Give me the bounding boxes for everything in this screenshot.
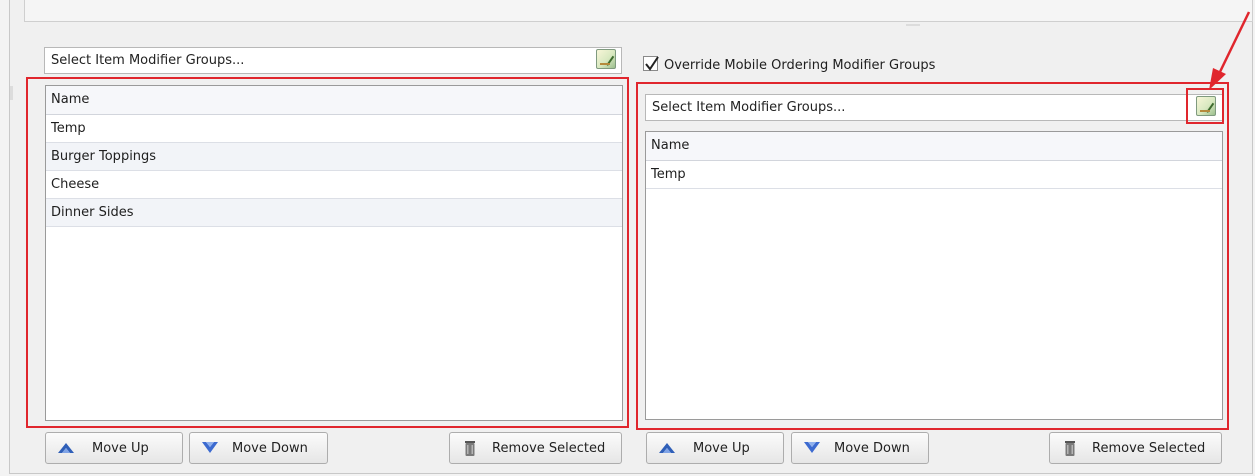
chevron-down-icon (802, 438, 822, 458)
left-selector-text: Select Item Modifier Groups... (51, 53, 245, 68)
side-grip-icon[interactable] (10, 86, 13, 100)
left-remove-selected-button[interactable]: Remove Selected (449, 432, 622, 464)
chevron-down-icon (200, 438, 220, 458)
left-grid-row[interactable]: Dinner Sides (46, 199, 622, 227)
remove-selected-label: Remove Selected (1092, 440, 1206, 456)
left-grid-header-name[interactable]: Name (46, 86, 622, 115)
right-modifier-group-selector[interactable]: Select Item Modifier Groups... (645, 94, 1223, 121)
left-modifier-grid[interactable]: Name Temp Burger Toppings Cheese Dinner … (45, 85, 623, 421)
move-up-label: Move Up (693, 440, 750, 456)
override-mobile-checkbox[interactable] (643, 56, 659, 71)
top-section-divider (24, 0, 1253, 22)
left-grid-row[interactable]: Temp (46, 115, 622, 143)
trash-icon (460, 438, 480, 458)
right-grid-header-name[interactable]: Name (646, 132, 1222, 161)
left-move-down-button[interactable]: Move Down (189, 432, 328, 464)
left-grid-row[interactable]: Burger Toppings (46, 143, 622, 171)
red-arrow-icon (1209, 11, 1251, 90)
left-modifier-group-selector[interactable]: Select Item Modifier Groups... (44, 47, 622, 74)
move-down-label: Move Down (232, 440, 308, 456)
right-move-up-button[interactable]: Move Up (646, 432, 784, 464)
chevron-up-icon (56, 438, 76, 458)
right-remove-selected-button[interactable]: Remove Selected (1049, 432, 1222, 464)
move-up-label: Move Up (92, 440, 149, 456)
override-mobile-label[interactable]: Override Mobile Ordering Modifier Groups (664, 58, 935, 73)
left-grid-row[interactable]: Cheese (46, 171, 622, 199)
chevron-up-icon (657, 438, 677, 458)
move-down-label: Move Down (834, 440, 910, 456)
left-move-up-button[interactable]: Move Up (45, 432, 183, 464)
right-grid-row[interactable]: Temp (646, 161, 1222, 189)
right-move-down-button[interactable]: Move Down (791, 432, 929, 464)
right-edit-list-icon[interactable] (1196, 96, 1216, 116)
remove-selected-label: Remove Selected (492, 440, 606, 456)
right-selector-text: Select Item Modifier Groups... (652, 100, 846, 115)
trash-icon (1060, 438, 1080, 458)
splitter-grip-icon[interactable] (906, 24, 920, 26)
left-edit-list-icon[interactable] (596, 49, 616, 69)
right-modifier-grid[interactable]: Name Temp (645, 131, 1223, 420)
